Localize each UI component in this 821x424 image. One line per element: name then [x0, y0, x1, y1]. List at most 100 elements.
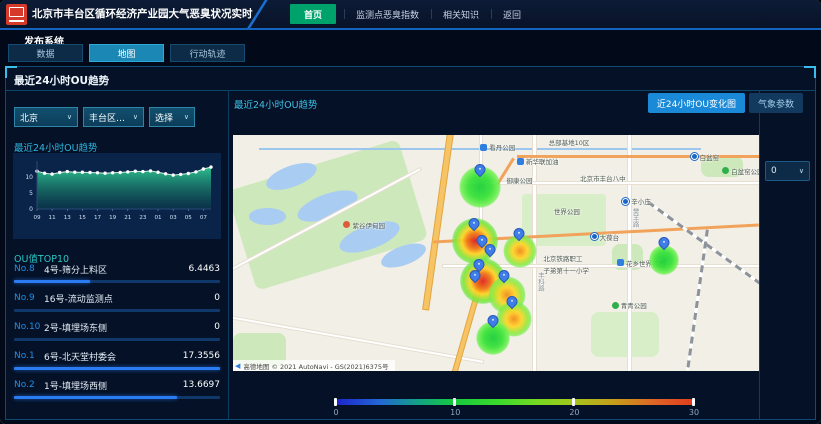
ou-top-row-3: No.16号-北天堂村委会17.3556	[14, 350, 220, 370]
main-nav: 首页监测点恶臭指数相关知识返回	[282, 0, 533, 28]
metro-poi-icon	[691, 153, 698, 160]
map-label: 世界公园	[554, 206, 580, 216]
svg-text:11: 11	[49, 215, 57, 221]
map-water-area	[249, 208, 286, 225]
svg-text:5: 5	[29, 190, 33, 197]
ou-value: 0	[214, 293, 220, 303]
scale-tick-label: 30	[689, 408, 699, 417]
map-panel-buttons: 近24小时OU变化图气象参数	[648, 93, 803, 113]
heat-scale-labels: 0102030	[336, 408, 694, 418]
publish-tab-1[interactable]: 地图	[89, 44, 164, 62]
map-label: 白盆窑公园	[722, 166, 759, 176]
chevron-down-icon: ∨	[67, 113, 72, 121]
ou-top-list: No.84号-筛分上料区6.4463 No.916号-流动监测点0 No.102号-…	[14, 263, 220, 408]
scale-tick-mark	[692, 398, 695, 406]
panel-title: 最近24小时OU趋势	[14, 73, 109, 88]
svg-text:17: 17	[94, 215, 102, 221]
ou-rank-label: No.2	[14, 380, 44, 390]
ou-site-name: 2号-填埋场东侧	[44, 321, 214, 334]
ou-rank-label: No.10	[14, 322, 44, 332]
map-label: 北京铁路职工	[543, 253, 582, 263]
ou-value: 13.6697	[183, 380, 220, 390]
ou-top-row-2: No.102号-填埋场东侧0	[14, 321, 220, 341]
trend-title: 最近24小时OU趋势	[14, 140, 98, 154]
filter-select-2[interactable]: 选择∨	[149, 107, 195, 127]
map-canvas[interactable]: 看丹公园总部基地10区新华联加油御康公园北京市丰台八中辛小庄白盆窑白盆窑公园世界…	[233, 135, 759, 371]
map-label: 樊羊路	[630, 208, 640, 228]
main-panel: 最近24小时OU趋势 北京∨丰台区循环经济产∨选择∨ 最近24小时OU趋势 05…	[5, 66, 816, 420]
ou-site-name: 16号-流动监测点	[44, 292, 214, 305]
map-label: 青青公园	[612, 300, 647, 310]
scale-tick-mark	[453, 398, 456, 406]
map-panel-button-1[interactable]: 气象参数	[749, 93, 803, 113]
map-label: 子弟第十一小学	[543, 265, 589, 275]
svg-text:07: 07	[200, 215, 208, 221]
map-road	[628, 135, 631, 371]
nav-item-0[interactable]: 首页	[290, 4, 336, 24]
panel-header-divider	[6, 90, 815, 91]
nav-item-2[interactable]: 相关知识	[431, 0, 491, 28]
ou-rank-label: No.9	[14, 293, 44, 303]
nav-item-3[interactable]: 返回	[491, 0, 533, 28]
svg-text:15: 15	[79, 215, 87, 221]
map-park-area	[591, 312, 659, 357]
ou-top-row-1: No.916号-流动监测点0	[14, 292, 220, 312]
ou-site-name: 6号-北天堂村委会	[44, 350, 183, 363]
svg-text:09: 09	[33, 215, 41, 221]
svg-text:10: 10	[25, 174, 33, 181]
svg-text:13: 13	[64, 215, 72, 221]
map-label: 大葆台	[591, 232, 620, 242]
map-right-divider	[759, 90, 760, 419]
filter-select-1[interactable]: 丰台区循环经济产∨	[83, 107, 144, 127]
heat-scale: 0102030	[336, 399, 694, 419]
map-layer-select[interactable]: 0 ∨	[765, 161, 810, 181]
publish-tab-0[interactable]: 数据	[8, 44, 83, 62]
nav-item-1[interactable]: 监测点恶臭指数	[344, 0, 431, 28]
svg-text:19: 19	[109, 215, 117, 221]
ou-bar-fill	[14, 396, 177, 399]
ou-top-row-4: No.21号-填埋场西侧13.6697	[14, 379, 220, 399]
svg-text:05: 05	[185, 215, 193, 221]
blue-poi-icon	[480, 144, 487, 151]
map-panel-title: 最近24小时OU趋势	[234, 97, 318, 111]
green-poi-icon	[612, 302, 619, 309]
svg-text:23: 23	[139, 215, 147, 221]
map-label: 辛小庄	[622, 196, 651, 206]
map-attribution: ◀ 高德地图 © 2021 AutoNavi - GS(2021)6375号	[233, 360, 395, 371]
trend-chart-box: 0510091113151719212301030507	[13, 153, 221, 239]
scale-tick-label: 20	[569, 408, 579, 417]
map-layer-select-value: 0	[771, 166, 777, 176]
metro-poi-icon	[591, 233, 598, 240]
map-label: 北京市丰台八中	[580, 173, 626, 183]
app-window: 北京市丰台区循环经济产业园大气恶臭状况实时 首页监测点恶臭指数相关知识返回 发布…	[0, 0, 821, 424]
ou-site-name: 4号-筛分上料区	[44, 263, 189, 276]
filter-row: 北京∨丰台区循环经济产∨选择∨	[14, 107, 195, 127]
ou-bar-track	[14, 280, 220, 283]
green-poi-icon	[722, 167, 729, 174]
map-panel-button-0[interactable]: 近24小时OU变化图	[648, 93, 745, 113]
publish-tab-2[interactable]: 行动轨迹	[170, 44, 245, 62]
map-label: 总部基地10区	[549, 137, 590, 147]
ou-bar-track	[14, 338, 220, 341]
chevron-down-icon: ∨	[133, 113, 138, 121]
map-attribution-text: 高德地图 © 2021 AutoNavi - GS(2021)6375号	[243, 361, 388, 371]
blue-poi-icon	[617, 259, 624, 266]
metro-poi-icon	[622, 198, 629, 205]
scale-tick-label: 10	[450, 408, 460, 417]
map-railway	[686, 230, 709, 371]
amap-logo-icon: ◀	[235, 362, 240, 370]
ou-value: 17.3556	[183, 351, 220, 361]
svg-text:01: 01	[154, 215, 162, 221]
svg-text:0: 0	[29, 206, 33, 213]
ou-rank-label: No.8	[14, 264, 44, 274]
chevron-down-icon: ∨	[799, 167, 804, 175]
ou-value: 6.4463	[189, 264, 221, 274]
scale-tick-label: 0	[333, 408, 338, 417]
ou-bar-track	[14, 367, 220, 370]
filter-select-0[interactable]: 北京∨	[14, 107, 78, 127]
trend-chart: 0510091113151719212301030507	[13, 153, 221, 239]
blue-poi-icon	[517, 158, 524, 165]
ou-top-row-0: No.84号-筛分上料区6.4463	[14, 263, 220, 283]
ou-site-name: 1号-填埋场西侧	[44, 379, 183, 392]
map-label: 看丹公园	[480, 142, 515, 152]
